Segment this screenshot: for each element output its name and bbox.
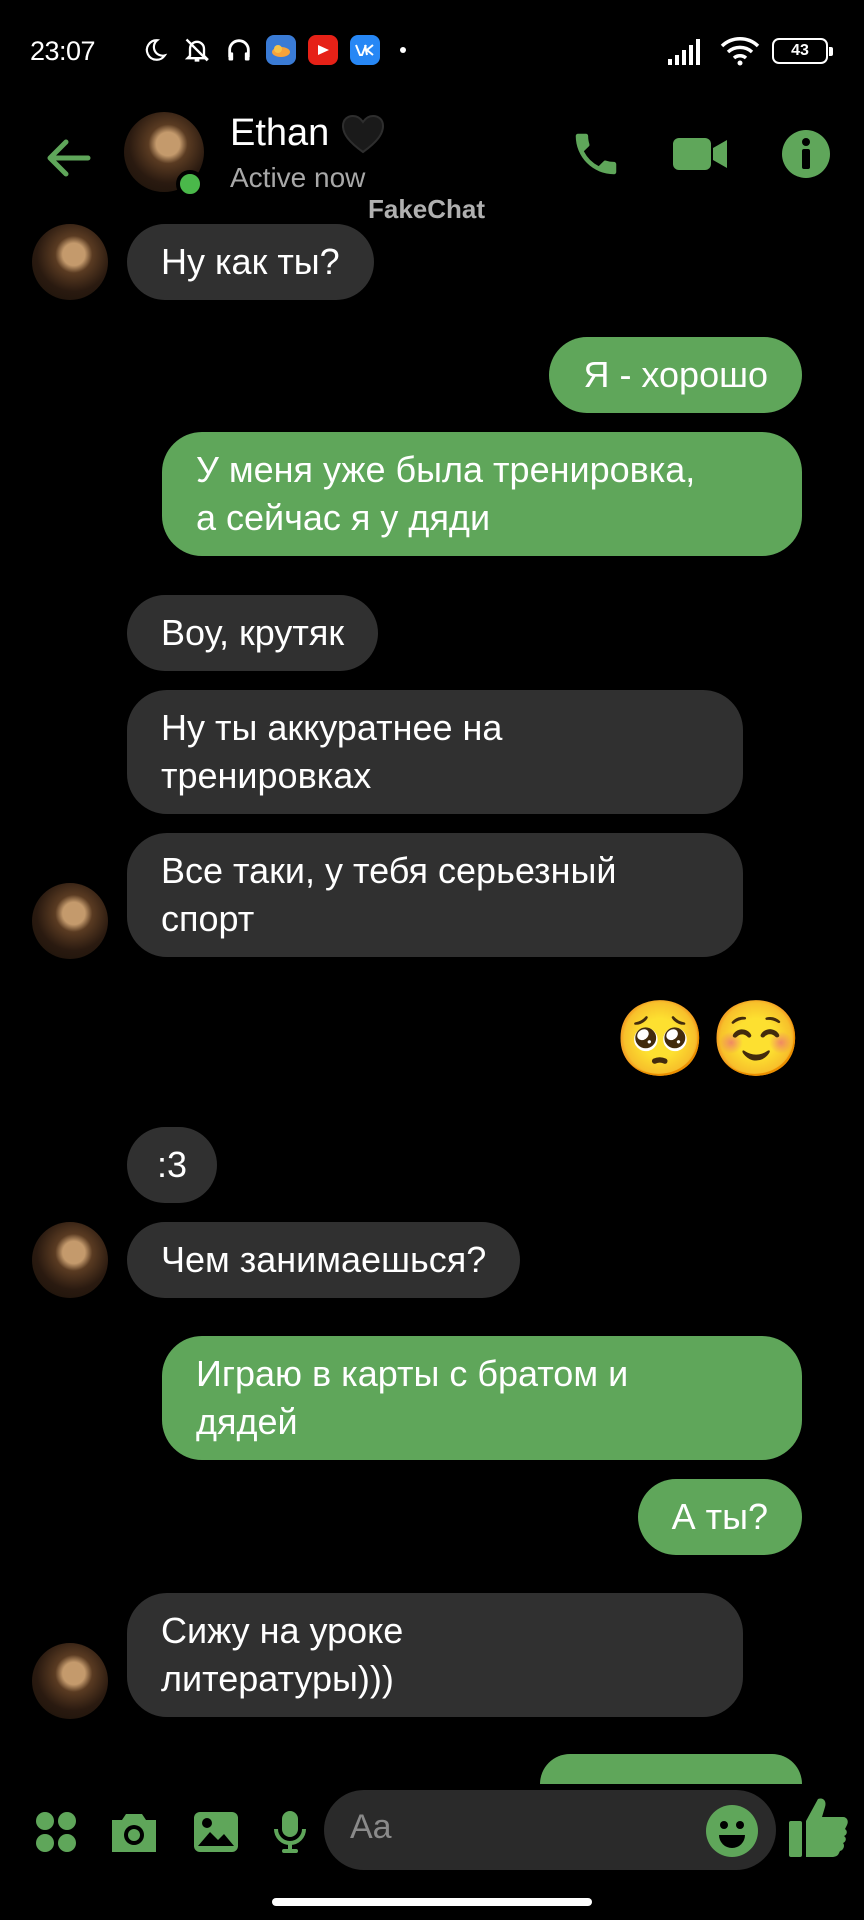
- sender-avatar: [32, 1222, 108, 1298]
- back-button[interactable]: [40, 130, 96, 186]
- home-indicator[interactable]: [272, 1898, 592, 1906]
- info-icon: [782, 130, 830, 178]
- moon-icon: [140, 35, 170, 65]
- contact-status: Active now: [230, 162, 366, 193]
- online-indicator: [176, 170, 204, 198]
- smiling-face-emoji[interactable]: ☺️: [710, 999, 802, 1079]
- status-time: 23:07: [30, 36, 96, 66]
- chat-header: Ethan Active now FakeChat: [0, 100, 864, 224]
- gallery-button[interactable]: [188, 1804, 244, 1860]
- microphone-icon: [274, 1811, 306, 1853]
- contact-name: Ethan: [230, 112, 330, 154]
- message-text: А ты?: [671, 1496, 768, 1537]
- message-text-line: Ну ты аккуратнее на: [161, 707, 503, 748]
- message-text-line: Все таки, у тебя серьезный: [161, 850, 617, 891]
- message-text-line: спорт: [161, 898, 255, 939]
- message-text-line: тренировках: [161, 755, 372, 796]
- message-text: Воу, крутяк: [161, 612, 345, 653]
- four-dots-icon: [36, 1812, 76, 1852]
- status-icons: [140, 34, 406, 66]
- more-actions-button[interactable]: [28, 1804, 84, 1860]
- message-text-line: У меня уже была тренировка,: [196, 449, 696, 490]
- phone-icon: [575, 133, 617, 175]
- back-arrow-icon: [47, 139, 91, 177]
- image-icon: [194, 1812, 238, 1852]
- composer-bar: [0, 1790, 864, 1880]
- watermark: FakeChat: [368, 194, 486, 224]
- message-bubble-incoming[interactable]: Сижу на уроке литературы))): [127, 1593, 743, 1717]
- message-text-line: а сейчас я у дяди: [196, 497, 491, 538]
- emoji-picker-icon[interactable]: [704, 1803, 760, 1859]
- video-camera-icon: [673, 138, 727, 170]
- status-bar: 23:07 43: [0, 0, 864, 100]
- vk-icon: [350, 35, 380, 65]
- message-bubble-incoming[interactable]: Ну ты аккуратнее на тренировках: [127, 690, 743, 814]
- notification-dot: [400, 47, 406, 53]
- message-bubble-incoming[interactable]: Все таки, у тебя серьезный спорт: [127, 833, 743, 957]
- muted-bell-icon: [182, 35, 212, 65]
- thumbs-up-icon: [789, 1798, 848, 1857]
- wifi-icon: [720, 37, 760, 66]
- message-text: Чем занимаешься?: [161, 1239, 487, 1280]
- message-input-container: [324, 1790, 776, 1870]
- call-button[interactable]: [566, 124, 626, 184]
- message-input[interactable]: [350, 1808, 690, 1847]
- pleading-face-emoji[interactable]: 🥺: [614, 999, 706, 1079]
- battery-icon: 43: [772, 38, 833, 64]
- camera-icon: [112, 1814, 156, 1852]
- message-text-line: Играю в карты с братом и: [196, 1353, 629, 1394]
- cloud-app-icon: [266, 35, 296, 65]
- message-bubble-incoming[interactable]: :3: [127, 1127, 218, 1203]
- message-bubble-incoming[interactable]: Воу, крутяк: [127, 595, 379, 671]
- message-bubble-incoming[interactable]: Ну как ты?: [127, 224, 374, 300]
- sender-avatar: [32, 883, 108, 959]
- sender-avatar: [32, 1643, 108, 1719]
- headphones-icon: [224, 35, 254, 65]
- message-bubble-outgoing-partial[interactable]: [540, 1754, 802, 1784]
- message-bubble-outgoing[interactable]: Играю в карты с братом и дядей: [162, 1336, 802, 1460]
- message-text-line: Сижу на уроке: [161, 1610, 404, 1651]
- camera-button[interactable]: [106, 1804, 162, 1860]
- message-bubble-incoming[interactable]: Чем занимаешься?: [127, 1222, 521, 1298]
- message-text: Я - хорошо: [583, 354, 768, 395]
- info-button[interactable]: [776, 124, 836, 184]
- contact-name-row[interactable]: Ethan: [230, 112, 385, 155]
- message-text: Ну как ты?: [161, 241, 340, 282]
- message-text-line: литературы))): [161, 1658, 394, 1699]
- message-text: :3: [157, 1144, 188, 1185]
- like-button[interactable]: [786, 1794, 850, 1860]
- sender-avatar: [32, 224, 108, 300]
- message-bubble-outgoing[interactable]: У меня уже была тренировка, а сейчас я у…: [162, 432, 802, 556]
- black-heart-icon: [342, 114, 385, 153]
- voice-button[interactable]: [262, 1804, 318, 1860]
- message-text-line: дядей: [196, 1401, 298, 1442]
- signal-icon: [668, 39, 700, 65]
- message-bubble-outgoing[interactable]: Я - хорошо: [549, 337, 802, 413]
- video-call-button[interactable]: [668, 124, 732, 184]
- message-bubble-outgoing[interactable]: А ты?: [637, 1479, 802, 1555]
- youtube-icon: [308, 35, 338, 65]
